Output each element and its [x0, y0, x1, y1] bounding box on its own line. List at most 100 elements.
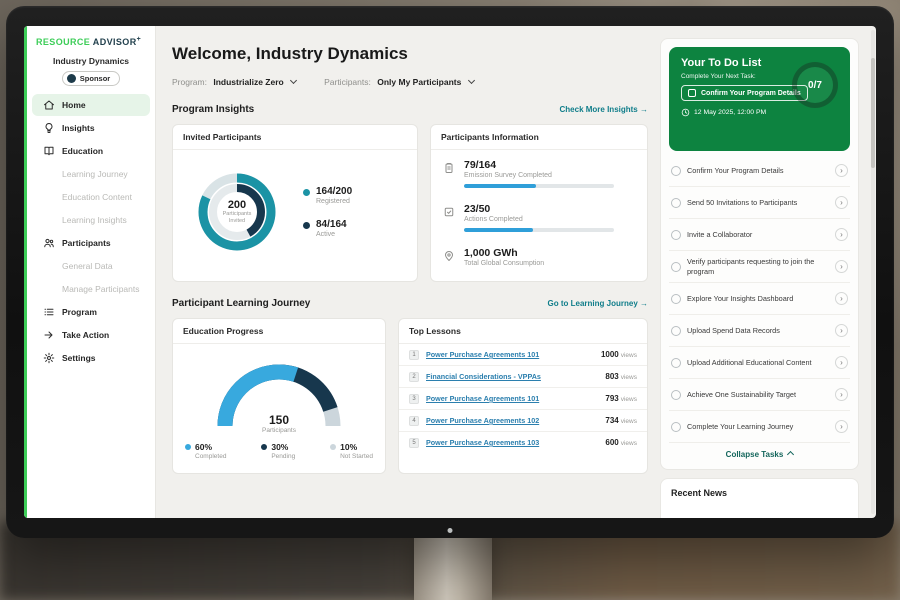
- task-row-upload-additional-educational-content[interactable]: Upload Additional Educational Content ›: [669, 347, 850, 379]
- checkbox-icon[interactable]: [671, 230, 681, 240]
- invited-participants-card-title: Invited Participants: [173, 125, 417, 150]
- sponsor-badge[interactable]: Sponsor: [62, 71, 120, 86]
- sidebar-item-label: Settings: [62, 353, 96, 363]
- participants-filter[interactable]: Participants: Only My Participants: [324, 77, 474, 87]
- sidebar-item-manage-participants[interactable]: Manage Participants: [32, 278, 150, 300]
- checkbox-icon[interactable]: [671, 422, 681, 432]
- scrollbar[interactable]: [871, 30, 875, 514]
- todo-progress-value: 0/7: [808, 80, 822, 91]
- sidebar-item-insights[interactable]: Insights: [32, 117, 150, 139]
- chevron-right-icon[interactable]: ›: [835, 260, 848, 273]
- go-to-learning-journey-link[interactable]: Go to Learning Journey →: [548, 299, 648, 308]
- legend-dot-icon: [303, 189, 310, 196]
- program-filter-label: Program:: [172, 77, 207, 87]
- filter-bar: Program: Industrialize Zero Participants…: [172, 77, 654, 87]
- chevron-right-icon[interactable]: ›: [835, 324, 848, 337]
- chevron-right-icon[interactable]: ›: [835, 164, 848, 177]
- sidebar-item-learning-insights[interactable]: Learning Insights: [32, 209, 150, 231]
- task-row-upload-spend-data-records[interactable]: Upload Spend Data Records ›: [669, 315, 850, 347]
- task-row-explore-your-insights-dashboard[interactable]: Explore Your Insights Dashboard ›: [669, 283, 850, 315]
- top-lessons-card: Top Lessons 1 Power Purchase Agreements …: [398, 318, 648, 474]
- lesson-link[interactable]: Power Purchase Agreements 101: [426, 350, 594, 359]
- todo-due: 12 May 2025, 12:00 PM: [681, 108, 838, 117]
- participants-info-card: Participants Information 79/164 Emission…: [430, 124, 648, 282]
- todo-summary-card: Your To Do List Complete Your Next Task:…: [669, 47, 850, 151]
- sidebar-item-program[interactable]: Program: [32, 301, 150, 323]
- checkbox-icon[interactable]: [671, 198, 681, 208]
- checkbox-icon[interactable]: [671, 390, 681, 400]
- task-label: Upload Spend Data Records: [687, 326, 829, 335]
- sponsor-label: Sponsor: [80, 74, 110, 83]
- sidebar-item-take-action[interactable]: Take Action: [32, 324, 150, 346]
- power-led: [448, 528, 453, 533]
- chevron-down-icon: [468, 77, 475, 84]
- lesson-link[interactable]: Power Purchase Agreements 102: [426, 416, 598, 425]
- sidebar-item-education[interactable]: Education: [32, 140, 150, 162]
- app-logo[interactable]: RESOURCE ADVISOR+: [27, 26, 155, 51]
- participants-info-card-title: Participants Information: [431, 125, 647, 150]
- task-row-achieve-one-sustainability-target[interactable]: Achieve One Sustainability Target ›: [669, 379, 850, 411]
- task-row-send-50-invitations-to-participants[interactable]: Send 50 Invitations to Participants ›: [669, 187, 850, 219]
- recent-news-title: Recent News: [671, 488, 848, 498]
- lesson-row: 2 Financial Considerations - VPPAs 803vi…: [399, 366, 647, 388]
- sidebar-item-education-content[interactable]: Education Content: [32, 186, 150, 208]
- sidebar-item-home[interactable]: Home: [32, 94, 150, 116]
- lesson-link[interactable]: Power Purchase Agreements 103: [426, 438, 598, 447]
- energy-icon: [443, 249, 455, 261]
- education-progress-card: Education Progress 150 Participants 60% …: [172, 318, 386, 474]
- task-row-complete-your-learning-journey[interactable]: Complete Your Learning Journey ›: [669, 411, 850, 443]
- program-filter[interactable]: Program: Industrialize Zero: [172, 77, 296, 87]
- program-insights-title: Program Insights: [172, 104, 254, 115]
- sidebar-item-participants[interactable]: Participants: [32, 232, 150, 254]
- lesson-views: 1000views: [601, 350, 637, 359]
- sidebar-item-learning-journey[interactable]: Learning Journey: [32, 163, 150, 185]
- task-label: Confirm Your Program Details: [687, 166, 829, 175]
- chevron-down-icon: [290, 77, 297, 84]
- info-label: Total Global Consumption: [464, 260, 544, 267]
- donut-center-label: Participants Invited: [216, 211, 258, 225]
- chevron-right-icon[interactable]: ›: [835, 388, 848, 401]
- clock-icon: [681, 108, 690, 117]
- education-gauge-chart: 150 Participants: [204, 350, 354, 436]
- task-label: Complete Your Learning Journey: [687, 422, 829, 431]
- learning-journey-header: Participant Learning Journey Go to Learn…: [172, 298, 648, 309]
- chevron-right-icon[interactable]: ›: [835, 196, 848, 209]
- survey-icon: [443, 161, 455, 173]
- sidebar-item-general-data[interactable]: General Data: [32, 255, 150, 277]
- sidebar-item-settings[interactable]: Settings: [32, 347, 150, 369]
- sidebar: RESOURCE ADVISOR+ Industry Dynamics Spon…: [24, 26, 156, 518]
- gauge-legend-item: 30% Pending: [261, 442, 295, 460]
- checkbox-icon[interactable]: [671, 326, 681, 336]
- chevron-right-icon[interactable]: ›: [835, 228, 848, 241]
- learning-cards-row: Education Progress 150 Participants 60% …: [172, 318, 648, 474]
- checkbox-icon[interactable]: [688, 89, 696, 97]
- task-row-invite-a-collaborator[interactable]: Invite a Collaborator ›: [669, 219, 850, 251]
- chevron-right-icon[interactable]: ›: [835, 420, 848, 433]
- collapse-tasks-link[interactable]: Collapse Tasks: [669, 443, 850, 461]
- task-row-confirm-your-program-details[interactable]: Confirm Your Program Details ›: [669, 155, 850, 187]
- take-action-icon: [43, 329, 55, 341]
- todo-progress-ring: 0/7: [792, 62, 838, 108]
- checkbox-icon[interactable]: [671, 294, 681, 304]
- program-filter-value: Industrialize Zero: [213, 77, 283, 87]
- education-progress-card-title: Education Progress: [173, 319, 385, 344]
- invited-participants-card: Invited Participants 200 Participants In…: [172, 124, 418, 282]
- lesson-rank: 5: [409, 438, 419, 448]
- donut-legend: 164/200 Registered 84/164 Active: [303, 186, 352, 238]
- checkbox-icon[interactable]: [671, 166, 681, 176]
- lesson-link[interactable]: Financial Considerations - VPPAs: [426, 372, 598, 381]
- education-icon: [43, 145, 55, 157]
- task-label: Achieve One Sustainability Target: [687, 390, 829, 399]
- learning-journey-title: Participant Learning Journey: [172, 298, 310, 309]
- monitor-stand: [414, 537, 492, 600]
- lesson-link[interactable]: Power Purchase Agreements 101: [426, 394, 598, 403]
- chevron-right-icon[interactable]: ›: [835, 292, 848, 305]
- chevron-right-icon[interactable]: ›: [835, 356, 848, 369]
- todo-next-task[interactable]: Confirm Your Program Details: [681, 85, 808, 101]
- task-row-verify-participants-requesting-to-join-the-program[interactable]: Verify participants requesting to join t…: [669, 251, 850, 283]
- insights-icon: [43, 122, 55, 134]
- checkbox-icon[interactable]: [671, 262, 681, 272]
- scrollbar-thumb[interactable]: [871, 58, 875, 168]
- checkbox-icon[interactable]: [671, 358, 681, 368]
- check-more-insights-link[interactable]: Check More Insights →: [560, 105, 648, 114]
